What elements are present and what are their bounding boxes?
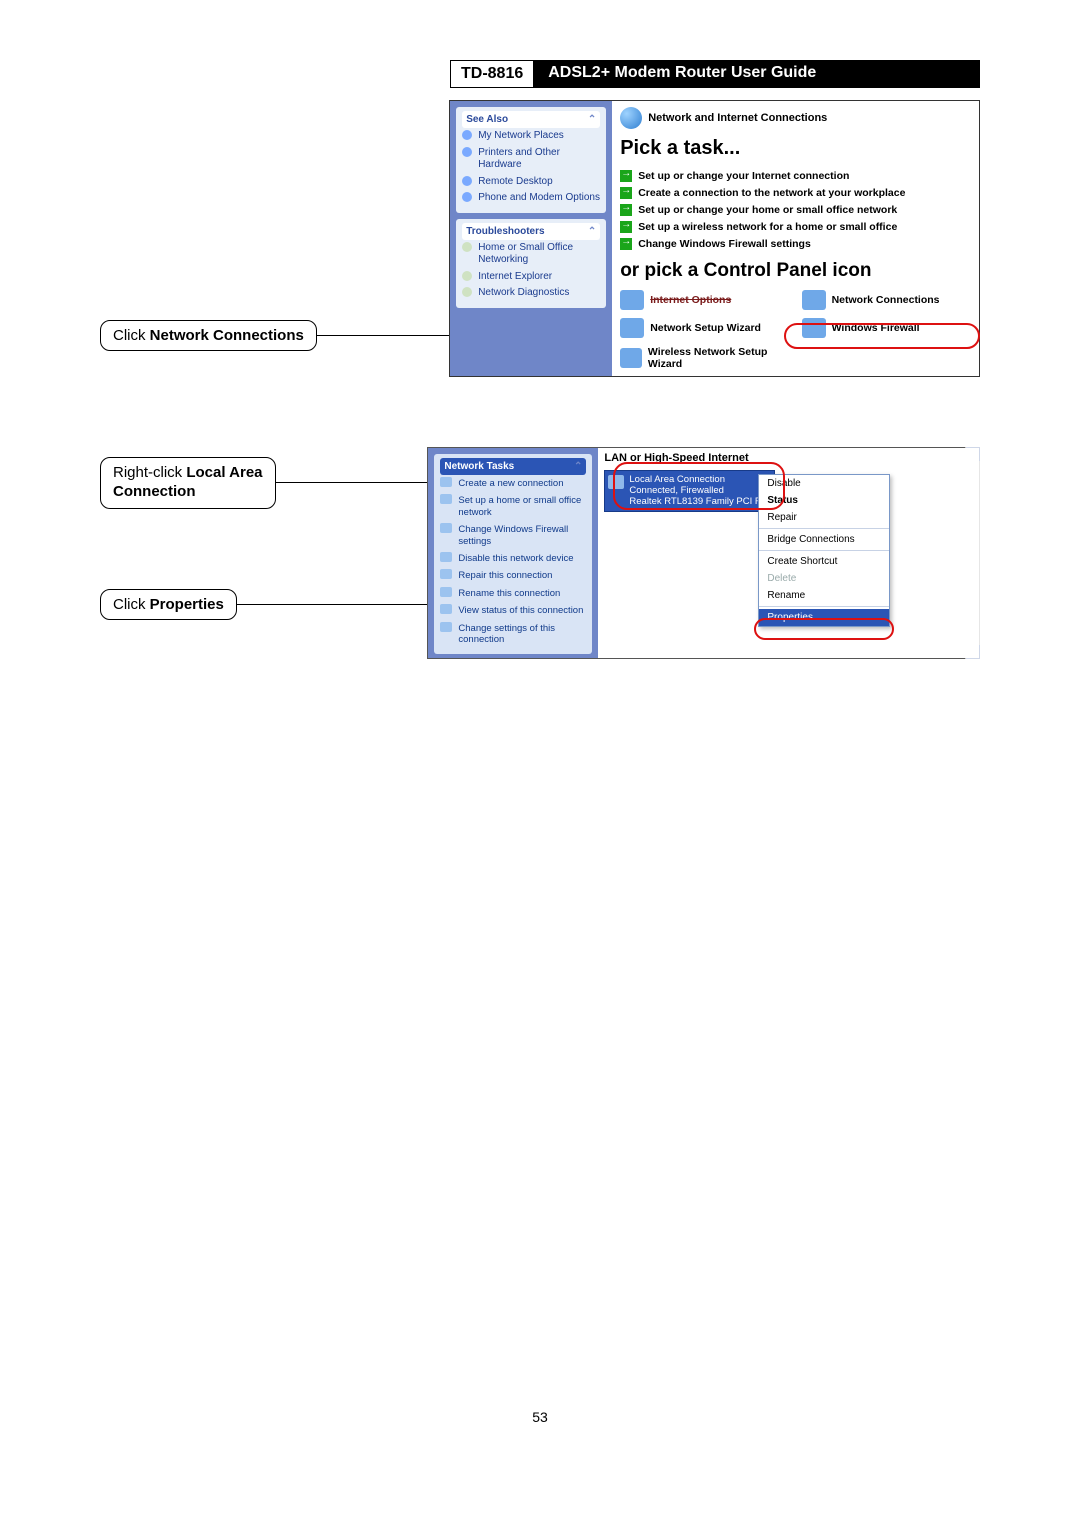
task-link[interactable]: Set up a wireless network for a home or …	[620, 221, 971, 233]
menu-shortcut[interactable]: Create Shortcut	[759, 553, 889, 570]
menu-delete: Delete	[759, 570, 889, 587]
nc-task[interactable]: Change settings of this connection	[440, 620, 586, 649]
callout-right-click-lac: Right-click Local Area Connection	[100, 457, 276, 509]
nc-task[interactable]: Change Windows Firewall settings	[440, 521, 586, 550]
doc-header: TD-8816 ADSL2+ Modem Router User Guide	[450, 60, 980, 88]
internet-options-icon	[620, 290, 644, 310]
network-connections-window: Network Tasks⌃ Create a new connection S…	[427, 447, 980, 659]
arrow-icon	[620, 170, 632, 182]
local-area-connection-tile[interactable]: Local Area Connection Connected, Firewal…	[604, 470, 774, 512]
arrow-icon	[620, 221, 632, 233]
callout-click-properties: Click Properties	[100, 589, 237, 620]
task-link[interactable]: Set up or change your home or small offi…	[620, 204, 971, 216]
sidebar-link[interactable]: Phone and Modem Options	[462, 190, 600, 207]
sidebar-link[interactable]: My Network Places	[462, 128, 600, 145]
nc-task[interactable]: Set up a home or small office network	[440, 492, 586, 521]
network-setup-wizard-icon	[620, 318, 644, 338]
arrow-icon	[620, 238, 632, 250]
globe-icon	[620, 107, 642, 129]
cp-sidebar: See Also⌃ My Network Places Printers and…	[450, 101, 612, 376]
wireless-wizard-icon	[620, 348, 642, 368]
lan-section-heading: LAN or High-Speed Internet	[604, 452, 973, 464]
doc-title: ADSL2+ Modem Router User Guide	[534, 60, 980, 88]
sidebar-link[interactable]: Home or Small Office Networking	[462, 240, 600, 269]
cp-main: Network and Internet Connections Pick a …	[612, 101, 979, 376]
nc-task[interactable]: Rename this connection	[440, 585, 586, 602]
cp-icon-network-setup-wizard[interactable]: Network Setup Wizard	[620, 318, 789, 338]
cp-icon-wireless-setup[interactable]: Wireless Network Setup Wizard	[620, 346, 789, 370]
cp-icon-internet-options[interactable]: Internet Options	[620, 290, 789, 310]
category-title: Network and Internet Connections	[648, 112, 827, 124]
arrow-icon	[620, 187, 632, 199]
page-number: 53	[100, 1409, 980, 1425]
nc-task[interactable]: Repair this connection	[440, 567, 586, 584]
context-menu: Disable Status Repair Bridge Connections…	[758, 474, 890, 627]
task-link[interactable]: Change Windows Firewall settings	[620, 238, 971, 250]
control-panel-window: See Also⌃ My Network Places Printers and…	[449, 100, 980, 377]
windows-firewall-icon	[802, 318, 826, 338]
or-pick-heading: or pick a Control Panel icon	[620, 260, 971, 282]
sidebar-link[interactable]: Network Diagnostics	[462, 285, 600, 302]
cp-icon-network-connections[interactable]: Network Connections	[802, 290, 971, 310]
chevron-up-icon: ⌃	[574, 461, 582, 472]
nc-task[interactable]: View status of this connection	[440, 602, 586, 619]
nc-task[interactable]: Create a new connection	[440, 475, 586, 492]
menu-bridge[interactable]: Bridge Connections	[759, 531, 889, 548]
troubleshooters-panel: Troubleshooters⌃ Home or Small Office Ne…	[456, 219, 606, 308]
callout-click-network-connections: Click Network Connections	[100, 320, 317, 351]
menu-properties[interactable]: Properties	[759, 609, 889, 626]
chevron-up-icon: ⌃	[588, 226, 596, 237]
task-link[interactable]: Create a connection to the network at yo…	[620, 187, 971, 199]
cp-icon-windows-firewall[interactable]: Windows Firewall	[802, 318, 971, 338]
model-badge: TD-8816	[450, 60, 534, 88]
see-also-panel: See Also⌃ My Network Places Printers and…	[456, 107, 606, 213]
arrow-icon	[620, 204, 632, 216]
menu-repair[interactable]: Repair	[759, 509, 889, 526]
menu-status[interactable]: Status	[759, 492, 889, 509]
nc-task[interactable]: Disable this network device	[440, 550, 586, 567]
network-connections-icon	[802, 290, 826, 310]
pick-a-task-heading: Pick a task...	[620, 137, 971, 160]
nc-sidebar: Network Tasks⌃ Create a new connection S…	[428, 448, 598, 658]
task-link[interactable]: Set up or change your Internet connectio…	[620, 170, 971, 182]
sidebar-link[interactable]: Remote Desktop	[462, 174, 600, 191]
sidebar-link[interactable]: Printers and Other Hardware	[462, 145, 600, 174]
sidebar-link[interactable]: Internet Explorer	[462, 269, 600, 286]
menu-disable[interactable]: Disable	[759, 475, 889, 492]
chevron-up-icon: ⌃	[588, 114, 596, 125]
menu-rename[interactable]: Rename	[759, 587, 889, 604]
